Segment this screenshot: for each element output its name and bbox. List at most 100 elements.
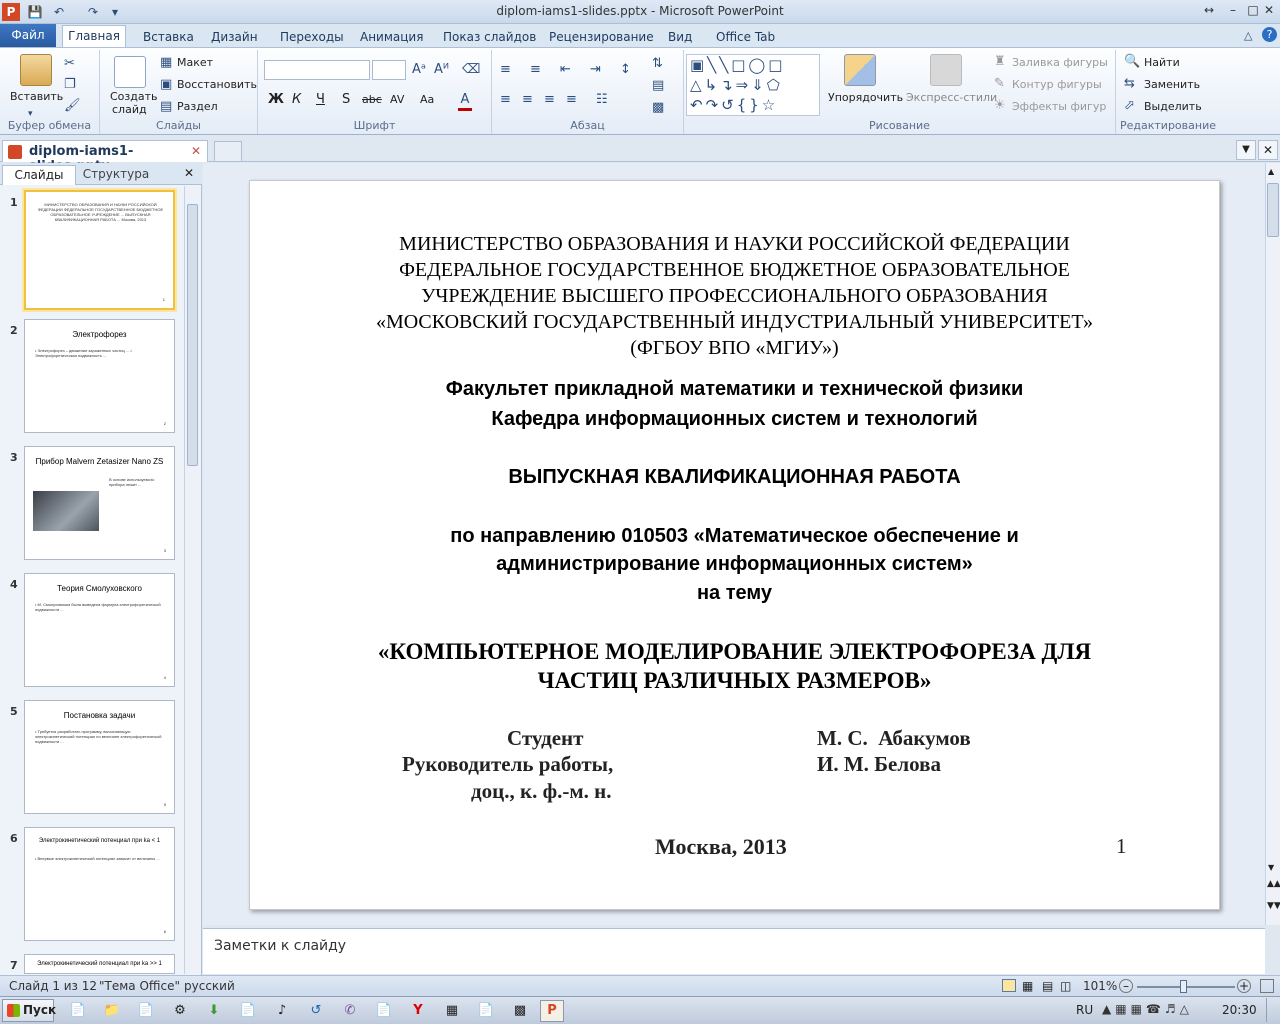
- slide-thumbnail[interactable]: Электрокинетический потенциал при ka >> …: [24, 954, 175, 974]
- quick-styles-button[interactable]: Экспресс-стили: [906, 91, 997, 104]
- replace-button[interactable]: Заменить: [1144, 78, 1200, 91]
- shape-outline-icon[interactable]: ✎: [994, 76, 1005, 92]
- align-left-icon[interactable]: ≡: [500, 92, 511, 108]
- bullets-icon[interactable]: ≡: [500, 62, 511, 78]
- section-icon[interactable]: ▤: [160, 99, 172, 115]
- tab-view[interactable]: Вид: [662, 28, 698, 48]
- align-right-icon[interactable]: ≡: [544, 92, 555, 108]
- slide-vertical-scrollbar[interactable]: ▲ ▼ ▲▲ ▼▼: [1265, 163, 1280, 925]
- shape-fill-icon[interactable]: ♜: [994, 54, 1006, 70]
- language-indicator[interactable]: русский: [184, 979, 235, 993]
- font-name-select[interactable]: [264, 60, 370, 80]
- arrange-button[interactable]: Упорядочить: [828, 91, 903, 104]
- select-icon[interactable]: ⬀: [1124, 98, 1135, 114]
- font-color-icon[interactable]: A: [458, 92, 472, 111]
- underline-button[interactable]: Ч: [316, 92, 325, 107]
- layout-icon[interactable]: ▦: [160, 55, 172, 71]
- notes-pane[interactable]: Заметки к слайду: [203, 928, 1265, 974]
- zoom-slider-handle[interactable]: [1180, 980, 1187, 993]
- tab-design[interactable]: Дизайн: [205, 28, 264, 48]
- tab-review[interactable]: Рецензирование: [543, 28, 660, 48]
- align-text-icon[interactable]: ▤: [652, 78, 664, 94]
- tab-list-dropdown-icon[interactable]: ▼: [1236, 140, 1256, 160]
- taskbar-app-icon[interactable]: 📄: [236, 1000, 260, 1022]
- scroll-thumb[interactable]: [1267, 183, 1279, 237]
- close-button[interactable]: ✕: [1258, 2, 1280, 20]
- reset-button[interactable]: Восстановить: [177, 78, 257, 91]
- help-icon[interactable]: ?: [1262, 27, 1277, 42]
- new-slide-label-1[interactable]: Создать: [110, 90, 158, 103]
- next-slide-icon[interactable]: ▼▼: [1267, 901, 1280, 911]
- paste-button-label[interactable]: Вставить: [10, 90, 63, 103]
- shrink-font-icon[interactable]: Aᴻ: [434, 62, 449, 78]
- select-button[interactable]: Выделить: [1144, 100, 1202, 113]
- text-direction-icon[interactable]: ⇅: [652, 56, 663, 72]
- yandex-icon[interactable]: Y: [406, 1000, 430, 1022]
- italic-button[interactable]: К: [292, 92, 301, 107]
- tab-slides[interactable]: Слайды: [2, 165, 76, 185]
- notes-placeholder[interactable]: Заметки к слайду: [214, 938, 346, 954]
- taskbar-app-icon[interactable]: 📄: [134, 1000, 158, 1022]
- numbering-icon[interactable]: ≡: [530, 62, 541, 78]
- paste-icon[interactable]: [20, 54, 52, 86]
- find-button[interactable]: Найти: [1144, 56, 1180, 69]
- slide-thumbnail[interactable]: Прибор Malvern Zetasizer Nano ZS В основ…: [24, 446, 175, 560]
- tab-animation[interactable]: Анимация: [354, 28, 429, 48]
- bold-button[interactable]: Ж: [268, 92, 284, 107]
- tab-insert[interactable]: Вставка: [137, 28, 200, 48]
- input-language[interactable]: RU: [1076, 1003, 1093, 1017]
- cut-icon[interactable]: ✂: [64, 56, 75, 72]
- justify-icon[interactable]: ≡: [566, 92, 577, 108]
- find-icon[interactable]: 🔍: [1124, 54, 1140, 70]
- tab-home[interactable]: Главная: [62, 25, 126, 48]
- align-center-icon[interactable]: ≡: [522, 92, 533, 108]
- grow-font-icon[interactable]: Aᵃ: [412, 62, 426, 78]
- minimize-ribbon-icon[interactable]: △: [1244, 29, 1252, 42]
- tab-office-tab[interactable]: Office Tab: [710, 28, 781, 48]
- previous-slide-icon[interactable]: ▲▲: [1267, 879, 1280, 889]
- viber-icon[interactable]: ✆: [338, 1000, 362, 1022]
- shape-effects-button[interactable]: Эффекты фигур: [1012, 100, 1106, 113]
- reading-view-icon[interactable]: ▤: [1042, 979, 1053, 993]
- scroll-down-icon[interactable]: ▼: [1268, 863, 1274, 872]
- slide-thumbnail[interactable]: МИНИСТЕРСТВО ОБРАЗОВАНИЯ И НАУКИ РОССИЙС…: [24, 190, 175, 310]
- close-document-icon[interactable]: ✕: [1258, 140, 1278, 160]
- audio-icon[interactable]: ♪: [270, 1000, 294, 1022]
- tray-icons[interactable]: ▲▦▦☎♬△: [1102, 1002, 1193, 1016]
- zoom-level[interactable]: 101%: [1083, 979, 1117, 993]
- taskbar-app-icon[interactable]: ▩: [508, 1000, 532, 1022]
- minimize-button[interactable]: –: [1222, 2, 1244, 20]
- show-desktop-button[interactable]: [1266, 998, 1278, 1022]
- thumbs-scrollbar[interactable]: [184, 186, 200, 974]
- font-size-select[interactable]: [372, 60, 406, 80]
- zoom-in-icon[interactable]: +: [1237, 979, 1251, 993]
- format-painter-icon[interactable]: 🖌: [64, 98, 81, 114]
- theme-name[interactable]: "Тема Office": [99, 979, 180, 993]
- taskbar-app-icon[interactable]: 📄: [474, 1000, 498, 1022]
- strikethrough-button[interactable]: abc: [362, 93, 382, 106]
- shape-fill-button[interactable]: Заливка фигуры: [1012, 56, 1108, 69]
- slide-thumbnail[interactable]: Электрофорез • Электрофорез – движение з…: [24, 319, 175, 433]
- tab-transitions[interactable]: Переходы: [274, 28, 350, 48]
- line-spacing-icon[interactable]: ↕: [620, 62, 631, 78]
- shapes-gallery[interactable]: ▣╲╲□◯□ △↳↴⇒⇓⬠ ↶↷↺{}☆: [686, 54, 820, 116]
- normal-view-icon[interactable]: [1002, 979, 1016, 992]
- taskbar-app-icon[interactable]: 📄: [372, 1000, 396, 1022]
- tab-outline[interactable]: Структура: [78, 165, 154, 185]
- copy-icon[interactable]: ❐: [64, 77, 76, 93]
- new-slide-icon[interactable]: [114, 56, 146, 88]
- arrange-icon[interactable]: [844, 54, 876, 86]
- reset-icon[interactable]: ▣: [160, 77, 172, 93]
- layout-button[interactable]: Макет: [177, 56, 213, 69]
- slide-thumbnail[interactable]: Постановка задачи • Требуется разработат…: [24, 700, 175, 814]
- clear-format-icon[interactable]: ⌫: [462, 62, 480, 78]
- shape-outline-button[interactable]: Контур фигуры: [1012, 78, 1102, 91]
- close-tab-icon[interactable]: ✕: [191, 144, 201, 158]
- taskbar-app-icon[interactable]: ⚙: [168, 1000, 192, 1022]
- slideshow-icon[interactable]: ◫: [1060, 979, 1071, 993]
- slide-sorter-icon[interactable]: ▦: [1022, 979, 1033, 993]
- new-slide-label-2[interactable]: слайд: [112, 103, 147, 116]
- thumbs-scroll-thumb[interactable]: [187, 204, 198, 466]
- decrease-indent-icon[interactable]: ⇤: [560, 62, 571, 78]
- replace-icon[interactable]: ⇆: [1124, 76, 1135, 92]
